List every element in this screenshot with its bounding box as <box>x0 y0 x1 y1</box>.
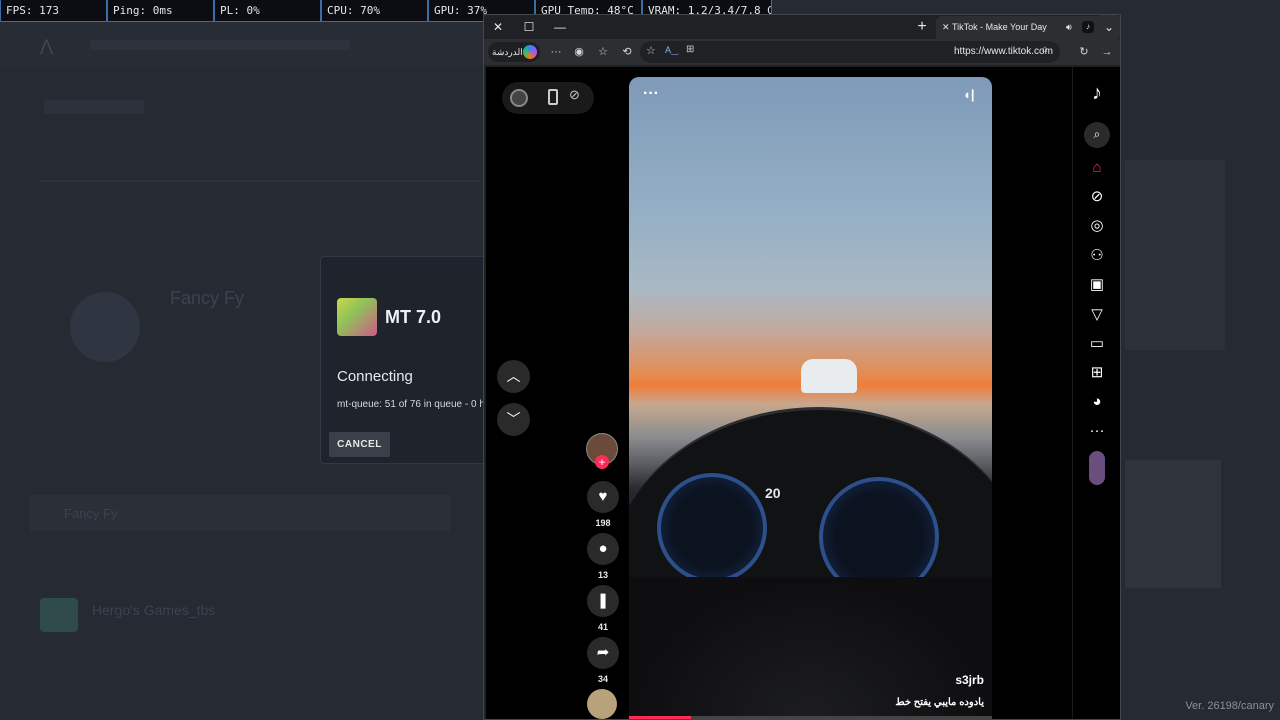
close-tab-icon[interactable]: ✕ <box>942 16 950 39</box>
video-progress-fill <box>629 716 691 719</box>
speedometer-readout: 20 <box>765 485 781 501</box>
connecting-dialog: MT 7.0 Connecting mt-queue: 51 of 76 in … <box>320 256 490 464</box>
forward-icon[interactable]: → <box>1098 42 1116 62</box>
profile-icon[interactable]: ◉ <box>570 42 588 62</box>
url-text: https://www.tiktok.com <box>954 46 1053 57</box>
previous-video-button[interactable]: ︿ <box>497 360 530 393</box>
background-channel-label: Fancy Fy <box>64 506 118 521</box>
like-button[interactable]: ♥ <box>587 481 619 513</box>
title-bar: ✕ ☐ — + ✕ TikTok - Make Your Day 🔊︎ ♪ ⌄ <box>484 15 1120 39</box>
tab-menu-chevron-icon[interactable]: ⌄ <box>1098 15 1120 39</box>
read-aloud-icon[interactable]: ⊞ <box>686 44 694 55</box>
comment-count: 13 <box>597 570 608 580</box>
compass-icon[interactable]: ⊘ <box>569 87 580 103</box>
heart-icon: ♥ <box>598 488 608 505</box>
search-icon[interactable]: ⌕ <box>1084 122 1110 148</box>
bookmark-icon: ❚ <box>596 592 610 609</box>
chat-label: الدردشة <box>492 47 523 57</box>
cancel-button[interactable]: CANCEL <box>329 432 390 457</box>
refresh-icon[interactable]: ↻ <box>1075 42 1093 62</box>
explore-icon[interactable]: ⊘ <box>1085 185 1109 209</box>
background-thumbnail <box>1125 460 1221 588</box>
background-heading <box>44 100 144 114</box>
browser-window: ✕ ☐ — + ✕ TikTok - Make Your Day 🔊︎ ♪ ⌄ … <box>483 14 1121 720</box>
comment-button[interactable]: ● <box>587 533 619 565</box>
phone-icon[interactable] <box>548 89 558 105</box>
music-disc-icon[interactable] <box>587 689 617 719</box>
tab-tiktok[interactable]: ✕ TikTok - Make Your Day 🔊︎ ♪ <box>936 16 1102 39</box>
mt-logo-icon <box>337 298 377 336</box>
more-icon[interactable]: ··· <box>547 42 565 62</box>
following-icon[interactable]: ◎ <box>1085 214 1109 238</box>
speaker-icon[interactable]: 🔊︎ <box>1066 16 1072 39</box>
background-nav <box>90 40 350 50</box>
background-avatar <box>70 292 140 362</box>
view-controls: ⊘ <box>502 82 594 114</box>
video-more-icon[interactable]: ··· <box>643 85 659 103</box>
chat-button[interactable]: الدردشة <box>488 42 540 62</box>
minimize-window-button[interactable]: — <box>546 15 574 39</box>
lock-icon: ⌂ <box>1042 44 1049 55</box>
connection-status: Connecting <box>337 368 413 385</box>
tiktok-page: ⊘ ︿ ﹀ 20 ··· ◖| s3jrb يادوده مايبي يفتح … <box>486 67 1120 719</box>
dialog-title: MT 7.0 <box>385 307 442 327</box>
background-server-icon <box>40 598 78 632</box>
like-count: 198 <box>595 518 611 528</box>
upload-icon[interactable]: ⊞ <box>1085 361 1109 385</box>
avatar-mini-icon[interactable] <box>510 89 528 107</box>
tiktok-logo-icon[interactable]: ♪ <box>1085 81 1109 105</box>
stat-cpu: CPU: 70% <box>321 0 428 22</box>
volume-icon[interactable]: ◖| <box>963 87 975 102</box>
share-button[interactable]: ➦ <box>587 637 619 669</box>
stat-fps: FPS: 173 <box>0 0 107 22</box>
close-window-button[interactable]: ✕ <box>484 15 512 39</box>
author-name[interactable]: s3jrb <box>955 673 984 687</box>
live-icon[interactable]: ▣ <box>1085 273 1109 297</box>
more-options-icon[interactable]: ··· <box>1085 419 1109 443</box>
favorites-icon[interactable]: ☆ <box>594 42 612 62</box>
queue-status: mt-queue: 51 of 76 in queue - 0 h <box>337 399 485 410</box>
follow-plus-icon[interactable]: + <box>595 455 609 469</box>
background-server-label: Hergo's Games_tbs <box>92 602 216 618</box>
stat-ping: Ping: 0ms <box>107 0 214 22</box>
copilot-icon <box>523 45 537 59</box>
save-count: 41 <box>597 622 608 632</box>
profile-avatar-icon[interactable]: ◕ <box>1085 390 1109 414</box>
background-thumbnail <box>1125 160 1225 350</box>
home-icon[interactable]: ⌂ <box>1085 156 1109 180</box>
friends-icon[interactable]: ⚇ <box>1085 244 1109 268</box>
save-button[interactable]: ❚ <box>587 585 619 617</box>
share-icon: ➦ <box>596 644 610 661</box>
star-icon[interactable]: ☆ <box>646 44 656 57</box>
video-progress-bar[interactable] <box>629 716 992 719</box>
stat-packet-loss: PL: 0% <box>214 0 321 22</box>
activity-icon[interactable]: ▭ <box>1085 332 1109 356</box>
video-player[interactable]: 20 ··· ◖| s3jrb يادوده مايبي يفتح خط <box>629 77 992 719</box>
translate-icon[interactable]: A‿ <box>665 45 678 56</box>
car-ahead <box>801 359 857 393</box>
video-caption: يادوده مايبي يفتح خط <box>895 697 984 708</box>
extensions-icon[interactable]: ⟲ <box>618 42 636 62</box>
browser-toolbar: الدردشة ··· ◉ ☆ ⟲ ☆ A‿ ⊞ https://www.tik… <box>484 39 1120 65</box>
tab-title: TikTok - Make Your Day <box>952 22 1047 32</box>
new-tab-button[interactable]: + <box>908 15 936 39</box>
version-label: Ver. 26198/canary <box>1185 700 1274 712</box>
maximize-window-button[interactable]: ☐ <box>515 15 543 39</box>
tiktok-sidebar: ♪ ⌕ ⌂ ⊘ ◎ ⚇ ▣ ▽ ▭ ⊞ ◕ ··· <box>1072 67 1120 719</box>
messages-icon[interactable]: ▽ <box>1085 303 1109 327</box>
share-count: 34 <box>597 674 608 684</box>
background-profile-name: Fancy Fy <box>170 288 245 308</box>
address-bar[interactable]: ☆ A‿ ⊞ https://www.tiktok.com ⌂ <box>640 41 1060 63</box>
left-gauge <box>657 473 767 583</box>
next-video-button[interactable]: ﹀ <box>497 403 530 436</box>
background-divider <box>40 180 480 182</box>
background-logo-icon: ⋀ <box>40 38 54 55</box>
profile-character-icon[interactable] <box>1089 451 1105 485</box>
comment-icon: ● <box>598 540 608 557</box>
tiktok-favicon-icon: ♪ <box>1082 21 1094 33</box>
